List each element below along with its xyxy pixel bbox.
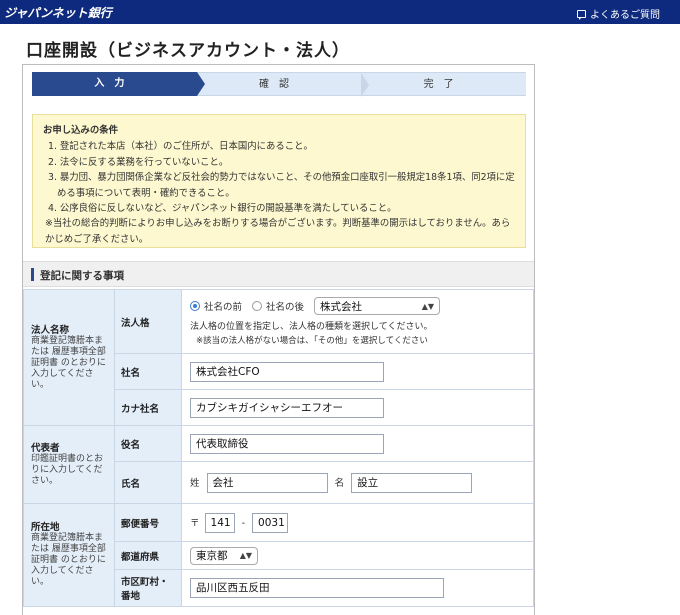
conditions-notice: お申し込みの条件 1. 登記された本店（本社）のご住所が、日本国内にあること。 …	[32, 114, 526, 248]
corp-type-select[interactable]: 株式会社 ▲▼	[314, 297, 441, 315]
field-label-prefecture: 都道府県	[114, 541, 182, 570]
brand-logo[interactable]: ジャパンネット銀行	[4, 4, 112, 21]
step-complete: 完了	[361, 72, 527, 96]
postal-separator: -	[241, 517, 246, 529]
field-label-company-kana: カナ社名	[114, 389, 182, 426]
notice-item: 1. 登記された本店（本社）のご住所が、日本国内にあること。	[48, 141, 313, 153]
top-bar: ジャパンネット銀行 よくあるご質問	[0, 0, 680, 24]
notice-title: お申し込みの条件	[43, 125, 119, 136]
corp-type-help-sub: ※該当の法人格がない場合は、「その他」を選択してください	[196, 336, 428, 346]
radio-after-button[interactable]	[252, 301, 263, 311]
field-company-name: 株式会社CFO	[181, 353, 534, 390]
last-name-input[interactable]: 会社	[206, 472, 328, 493]
last-name-label: 姓	[190, 477, 200, 489]
radio-after-label[interactable]: 社名の後	[266, 299, 304, 313]
field-label-title: 役名	[114, 425, 182, 462]
step-confirm: 確認	[196, 72, 370, 97]
postal-part2-input[interactable]: 0031	[252, 512, 289, 533]
notice-note: ※当社の総合的判断によりお申し込みをお断りする場合がございます。判断基準の開示は…	[45, 218, 511, 245]
field-postal: 〒 141 - 0031	[181, 503, 534, 542]
section-accent-bar	[31, 268, 34, 281]
field-label-city: 市区町村・番地	[114, 569, 182, 607]
company-kana-input[interactable]: カブシキガイシャシーエフオー	[190, 397, 384, 418]
chevron-updown-icon: ▲▼	[421, 301, 435, 311]
field-company-kana: カブシキガイシャシーエフオー	[181, 389, 534, 426]
first-name-input[interactable]: 設立	[351, 472, 473, 493]
prefecture-select[interactable]: 東京都 ▲▼	[190, 546, 258, 565]
notice-item: 4. 公序良俗に反しないなど、ジャパンネット銀行の開設基準を満たしていること。	[48, 203, 397, 215]
section-title: 登記に関する事項	[40, 270, 124, 282]
field-city: 品川区西五反田	[181, 569, 534, 607]
chat-bubble-icon	[577, 9, 586, 20]
notice-item: 3. 暴力団、暴力団関係企業など反社会的勢力ではないこと、その他預金口座取引一般…	[48, 172, 515, 199]
progress-steps: 入力 確認 完了	[32, 72, 527, 97]
step-arrow	[361, 73, 370, 97]
faq-label: よくあるご質問	[590, 10, 660, 21]
step-input: 入力	[32, 72, 205, 96]
corp-type-help: 法人格の位置を指定し、法人格の種類を選択してください。	[190, 322, 433, 332]
table-row: 所在地 商業登記簿謄本または 履歴事項全部証明書 のとおりに入力してください。 …	[23, 503, 534, 607]
field-label-company-name: 社名	[114, 353, 182, 390]
page-title: 口座開設（ビジネスアカウント・法人）	[26, 41, 350, 61]
radio-before-button[interactable]	[190, 301, 200, 311]
table-row: 代表者 印鑑証明書のとおりに入力してください。 役名 代表取締役	[23, 425, 534, 504]
field-corp-type: 社名の前 社名の後 株式会社 ▲▼ 法人格の位置を指定し、法人格の種類を選択して…	[181, 289, 534, 354]
group-label-corp-name: 法人名称 商業登記簿謄本または 履歴事項全部証明書 のとおりに入力してください。	[23, 289, 115, 426]
chevron-updown-icon: ▲▼	[239, 551, 252, 560]
corp-type-position: 社名の前 社名の後 株式会社 ▲▼	[190, 297, 525, 315]
notice-item: 2. 法令に反する業務を行っていないこと。	[48, 156, 229, 168]
postal-part1-input[interactable]: 141	[204, 512, 235, 533]
field-prefecture: 東京都 ▲▼	[181, 541, 534, 570]
city-input[interactable]: 品川区西五反田	[190, 578, 444, 598]
company-name-input[interactable]: 株式会社CFO	[190, 361, 384, 382]
field-label-postal: 郵便番号	[114, 503, 182, 542]
field-title: 代表取締役	[181, 425, 534, 462]
field-person-name: 姓 会社 名 設立	[181, 461, 534, 504]
radio-before-label[interactable]: 社名の前	[204, 299, 242, 313]
table-row: 法人名称 商業登記簿謄本または 履歴事項全部証明書 のとおりに入力してください。…	[23, 289, 534, 426]
group-label-representative: 代表者 印鑑証明書のとおりに入力してください。	[23, 425, 115, 504]
field-label-person-name: 氏名	[114, 461, 182, 504]
section-header: 登記に関する事項	[23, 261, 534, 287]
group-label-address: 所在地 商業登記簿謄本または 履歴事項全部証明書 のとおりに入力してください。	[23, 503, 115, 607]
postal-mark: 〒	[190, 517, 200, 529]
first-name-label: 名	[334, 477, 345, 489]
field-label-corp-type: 法人格	[114, 289, 182, 354]
registration-form-table: 法人名称 商業登記簿謄本または 履歴事項全部証明書 のとおりに入力してください。…	[23, 289, 534, 607]
form-frame: 入力 確認 完了 お申し込みの条件 1. 登記された本店（本社）のご住所が、日本…	[22, 64, 535, 615]
step-arrow	[196, 72, 205, 96]
faq-link[interactable]: よくあるご質問	[577, 6, 660, 21]
title-input[interactable]: 代表取締役	[190, 433, 384, 454]
